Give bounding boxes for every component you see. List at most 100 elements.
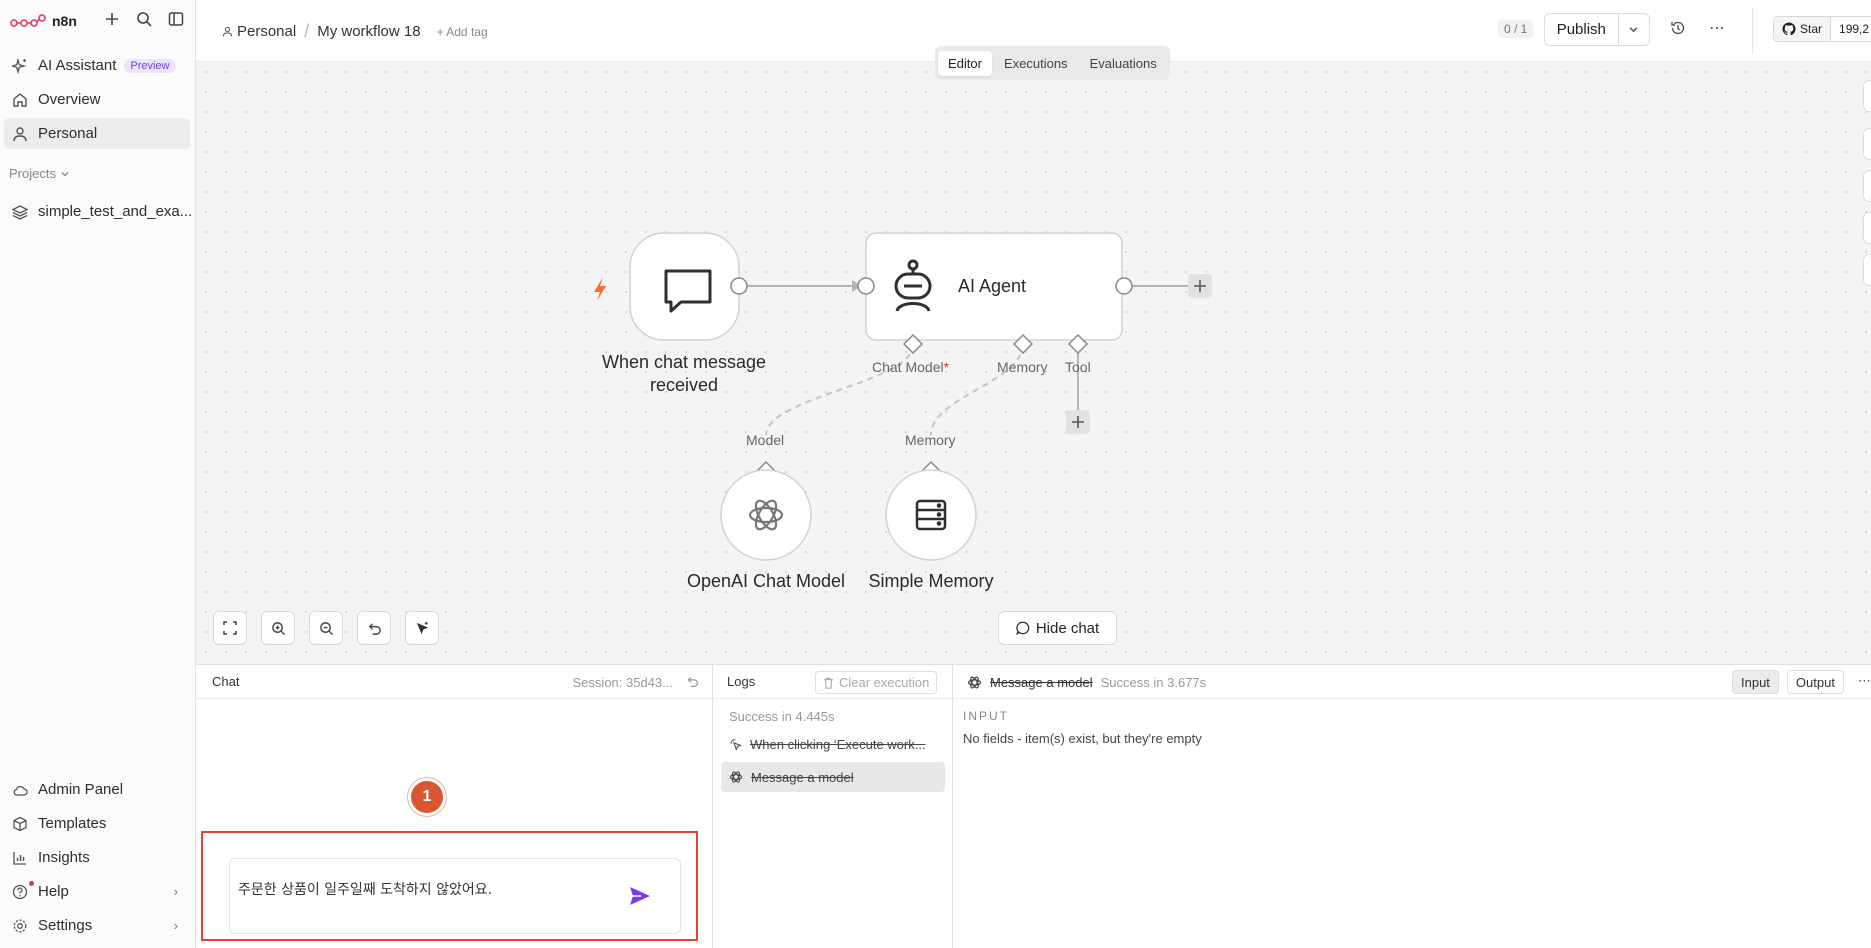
plus-icon[interactable]: [102, 9, 122, 29]
brand-name: n8n: [52, 13, 77, 29]
workflow-name[interactable]: My workflow 18: [317, 23, 420, 40]
github-icon: [1782, 22, 1796, 36]
reset-session-icon[interactable]: [686, 675, 699, 691]
memory-node-port-label: Memory: [905, 432, 956, 448]
step-number-badge: 1: [411, 781, 443, 813]
package-icon: [12, 816, 28, 832]
view-tabs: Editor Executions Evaluations: [935, 46, 1170, 80]
cloud-icon: [12, 782, 28, 798]
chat-bubble-icon: [1016, 621, 1030, 635]
projects-section-toggle[interactable]: Projects: [9, 166, 70, 181]
detail-header: Message a model Success in 3.677s Input …: [953, 665, 1871, 699]
chat-title: Chat: [212, 674, 240, 689]
preview-badge: Preview: [124, 58, 176, 73]
n8n-logo-icon: [10, 14, 46, 27]
sidebar-item-label: Templates: [38, 815, 107, 832]
send-icon[interactable]: [628, 885, 652, 910]
chat-header: Chat Session: 35d43...: [196, 665, 713, 699]
trigger-node-box: [629, 232, 740, 341]
sidebar-item-label: Personal: [38, 125, 98, 142]
user-icon: [222, 26, 233, 37]
sidebar-item-admin-panel[interactable]: Admin Panel: [4, 774, 190, 805]
chevron-right-icon: ›: [173, 918, 178, 933]
version-counter: 0 / 1: [1498, 20, 1534, 38]
tab-editor[interactable]: Editor: [938, 50, 992, 76]
chevron-down-icon: [61, 171, 69, 176]
breadcrumb: Personal / My workflow 18 + Add tag: [222, 21, 488, 42]
input-section-title: INPUT: [963, 709, 1009, 723]
sidebar-item-label: Overview: [38, 91, 101, 108]
zoom-out-button[interactable]: [309, 611, 343, 645]
sidebar-item-insights[interactable]: Insights: [4, 842, 190, 873]
zoom-in-button[interactable]: [261, 611, 295, 645]
chat-pane: Chat Session: 35d43... 1 주문한 상품이 일주일째 도착…: [196, 665, 713, 948]
more-options-icon[interactable]: ⋯: [1709, 18, 1726, 38]
logs-pane: Logs Clear execution Success in 4.445s W…: [713, 665, 953, 948]
sidebar-item-personal[interactable]: Personal: [4, 118, 190, 149]
layers-icon: [12, 204, 28, 220]
add-tag-button[interactable]: + Add tag: [437, 25, 488, 39]
log-item-label: When clicking ‘Execute work...: [750, 736, 926, 752]
zoom-in-icon: [271, 621, 285, 635]
chat-input-value: 주문한 상품이 일주일째 도착하지 않았어요.: [238, 882, 493, 898]
trigger-output-port: [730, 277, 748, 295]
undo-icon: [368, 622, 381, 635]
connection-chat-model: [765, 343, 915, 436]
sidebar-item-project[interactable]: simple_test_and_exa...: [4, 196, 192, 227]
tab-evaluations[interactable]: Evaluations: [1080, 51, 1167, 76]
logs-title: Logs: [727, 674, 756, 689]
sidebar-item-ai-assistant[interactable]: AI Assistant Preview: [4, 50, 190, 81]
publish-button[interactable]: Publish: [1545, 21, 1618, 38]
sidebar-item-help[interactable]: Help ›: [4, 876, 190, 907]
connection-memory: [930, 343, 1024, 436]
log-item[interactable]: When clicking ‘Execute work...: [721, 729, 945, 759]
output-tab-button[interactable]: Output: [1786, 670, 1844, 694]
breadcrumb-project[interactable]: Personal: [222, 23, 296, 40]
clear-execution-button[interactable]: Clear execution: [815, 671, 938, 694]
trigger-label-line1: When chat message: [601, 352, 767, 372]
openai-icon: [967, 676, 982, 689]
openai-icon: [729, 771, 743, 783]
search-icon[interactable]: [134, 9, 154, 29]
required-mark: *: [943, 359, 950, 375]
hide-chat-button[interactable]: Hide chat: [998, 611, 1117, 645]
workflow-canvas[interactable]: When chat message received AI Agent Chat…: [196, 62, 1871, 664]
github-star: Star: [1774, 17, 1832, 41]
input-tab-button[interactable]: Input: [1732, 670, 1779, 694]
more-options-icon[interactable]: ⋯: [1858, 673, 1871, 689]
github-star-button[interactable]: Star 199,2: [1773, 16, 1871, 42]
history-icon[interactable]: [1670, 20, 1686, 39]
chat-model-port-label: Chat Model*: [872, 359, 949, 375]
detail-status: Success in 3.677s: [1100, 675, 1207, 690]
sidebar-item-templates[interactable]: Templates: [4, 808, 190, 839]
sidebar-item-settings[interactable]: Settings ›: [4, 910, 190, 941]
sidebar-item-overview[interactable]: Overview: [4, 84, 190, 115]
github-star-label: Star: [1800, 22, 1823, 36]
sidebar-item-label: Admin Panel: [38, 781, 124, 798]
tab-executions[interactable]: Executions: [994, 51, 1078, 76]
agent-node-label: AI Agent: [958, 276, 1027, 296]
brand[interactable]: n8n: [10, 10, 77, 32]
memory-node-circle: [885, 469, 977, 561]
fit-view-button[interactable]: [213, 611, 247, 645]
user-icon: [12, 126, 28, 142]
detail-title: Message a model Success in 3.677s: [967, 675, 1206, 690]
undo-button[interactable]: [357, 611, 391, 645]
log-item-selected[interactable]: Message a model: [721, 762, 945, 792]
sidebar: n8n AI Assistant Preview Overview Person…: [0, 0, 196, 948]
logs-header: Logs Clear execution: [713, 665, 953, 699]
sidebar-toggle-icon[interactable]: [166, 9, 186, 29]
detail-pane: Message a model Success in 3.677s Input …: [953, 665, 1871, 948]
publish-dropdown[interactable]: [1617, 14, 1649, 45]
lightning-icon: [594, 277, 606, 301]
chat-input-highlight: 주문한 상품이 일주일째 도착하지 않았어요.: [201, 831, 698, 941]
chevron-right-icon: ›: [173, 884, 178, 899]
clear-execution-label: Clear execution: [839, 675, 930, 690]
input-empty-message: No fields - item(s) exist, but they're e…: [963, 731, 1202, 746]
bottom-panel: Chat Session: 35d43... 1 주문한 상품이 일주일째 도착…: [196, 664, 1871, 948]
hide-chat-label: Hide chat: [1035, 619, 1100, 637]
tidy-up-button[interactable]: [405, 611, 439, 645]
chat-model-port-text: Chat Model: [872, 359, 944, 375]
chat-input[interactable]: 주문한 상품이 일주일째 도착하지 않았어요.: [229, 858, 681, 934]
logs-success-status: Success in 4.445s: [729, 709, 835, 724]
